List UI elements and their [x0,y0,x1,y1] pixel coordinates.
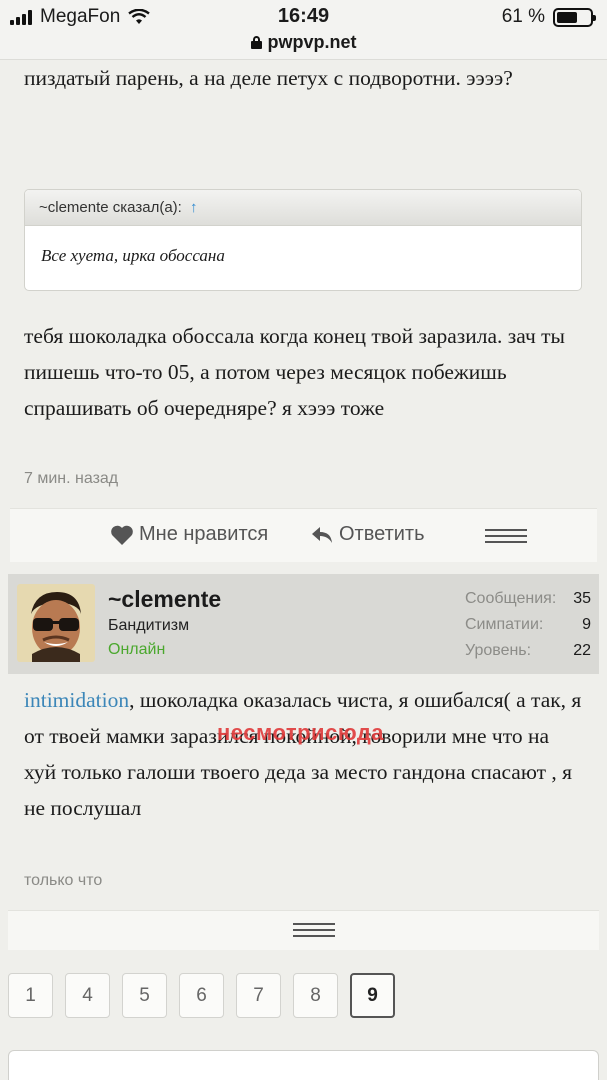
status-bar: MegaFon 16:49 61 % pwpvp.net [0,0,607,60]
reply-label: Ответить [339,523,425,545]
stat-label: Симпатии: [465,616,544,633]
menu-icon[interactable] [485,529,527,545]
reply-input[interactable] [8,1050,599,1080]
like-button[interactable]: Мне нравится [110,523,268,546]
heart-icon [111,525,133,545]
page-button-current[interactable]: 9 [350,973,395,1018]
stat-value: 35 [573,590,591,607]
watermark-overlay: несмотрисюда [217,720,385,745]
stat-messages: Сообщения: 35 [465,590,591,616]
username[interactable]: ~clemente [108,586,221,613]
stat-value: 22 [573,642,591,659]
stat-likes: Симпатии: 9 [465,616,591,642]
post-text-top: пиздатый парень, а на деле петух с подво… [24,66,513,90]
post-text: intimidation, шоколадка оказалась чиста,… [24,682,583,826]
quote-author: ~clemente сказал(а): [39,199,182,216]
page-button[interactable]: 6 [179,973,224,1018]
reply-icon [312,526,332,543]
stat-level: Уровень: 22 [465,642,591,668]
address-bar[interactable]: pwpvp.net [0,32,607,53]
page-button[interactable]: 1 [8,973,53,1018]
page-button[interactable]: 4 [65,973,110,1018]
page-button[interactable]: 7 [236,973,281,1018]
stat-label: Сообщения: [465,590,557,607]
reply-button[interactable]: Ответить [310,523,425,546]
battery-percent: 61 % [501,6,545,27]
quote-block: ~clemente сказал(а): ↑ Все хуета, ирка о… [24,189,582,291]
battery-group: 61 % [501,6,596,28]
avatar-image [17,584,95,662]
like-label: Мне нравится [139,523,269,545]
battery-icon [553,7,596,27]
quote-text: Все хуета, ирка обоссана [41,246,225,265]
post-actions: Мне нравится Ответить [10,508,597,562]
stat-label: Уровень: [465,642,532,659]
post-menu-bar [8,910,599,950]
avatar[interactable] [17,584,95,662]
quote-arrow-icon[interactable]: ↑ [190,199,198,216]
user-info-bar: ~clemente Бандитизм Онлайн Сообщения: 35… [8,574,599,674]
pagination: 1 4 5 6 7 8 9 [8,973,395,1018]
menu-icon[interactable] [293,923,335,939]
url-text: pwpvp.net [267,32,357,52]
post-text: тебя шоколадка обоссала когда конец твой… [24,324,566,420]
stat-value: 9 [582,616,591,633]
user-title: Бандитизм [108,617,190,634]
quote-header: ~clemente сказал(а): ↑ [25,190,581,226]
page-button[interactable]: 8 [293,973,338,1018]
page-button[interactable]: 5 [122,973,167,1018]
user-stats: Сообщения: 35 Симпатии: 9 Уровень: 22 [465,590,591,668]
lock-icon [250,36,262,49]
post-time[interactable]: 7 мин. назад [24,470,118,488]
online-status: Онлайн [108,641,166,658]
user-mention-link[interactable]: intimidation [24,688,129,712]
post-time[interactable]: только что [24,872,102,890]
